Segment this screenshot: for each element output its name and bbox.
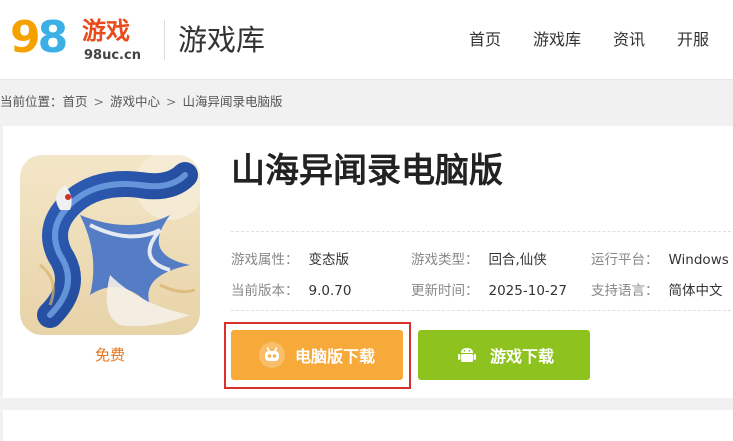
info-key: 运行平台：	[591, 252, 659, 268]
info-value: 简体中文	[668, 283, 723, 299]
nav-item-home[interactable]: 首页	[469, 25, 501, 55]
next-section-panel	[3, 410, 733, 441]
info-platform: 运行平台： Windows	[591, 245, 729, 275]
info-value: 9.0.70	[308, 283, 352, 299]
info-key: 游戏类型：	[411, 252, 479, 268]
android-icon	[454, 342, 480, 368]
breadcrumb-separator: >	[93, 94, 105, 109]
info-row: 当前版本： 9.0.70 更新时间： 2025-10-27 支持语言： 简体中文	[231, 276, 731, 306]
game-download-button[interactable]: 游戏下载	[418, 330, 590, 380]
pc-download-button[interactable]: 电脑版下载	[231, 330, 403, 380]
logo-digit-8: 8	[37, 12, 69, 63]
info-key: 游戏属性：	[231, 252, 299, 268]
site-header: 98 游戏 98uc.cn 游戏库 首页 游戏库 资讯 开服	[0, 0, 733, 80]
header-divider	[164, 20, 165, 60]
logo-digit-9: 9	[10, 12, 41, 63]
price-label: 免费	[94, 346, 125, 364]
info-row: 游戏属性： 变态版 游戏类型： 回合,仙侠 运行平台： Windows	[231, 245, 731, 275]
logo-digits: 98	[10, 12, 69, 63]
info-key: 当前版本：	[231, 283, 299, 299]
breadcrumb-prefix: 当前位置：	[0, 94, 63, 109]
nav-item-server-open[interactable]: 开服	[677, 25, 709, 55]
info-value: 变态版	[308, 252, 350, 268]
main-nav: 首页 游戏库 资讯 开服	[469, 25, 733, 55]
breadcrumb-separator: >	[166, 94, 177, 109]
info-version: 当前版本： 9.0.70	[231, 276, 351, 306]
info-language: 支持语言： 简体中文	[591, 276, 723, 306]
gamepad-robot-icon	[258, 342, 285, 368]
breadcrumb-game-center[interactable]: 游戏中心	[110, 94, 160, 109]
logo-domain: 98uc.cn	[84, 48, 141, 63]
info-type: 游戏类型： 回合,仙侠	[411, 245, 547, 275]
info-value: 2025-10-27	[488, 283, 567, 299]
info-value: 回合,仙侠	[488, 252, 547, 268]
game-info-table: 游戏属性： 变态版 游戏类型： 回合,仙侠 运行平台： Windows 当前版本： 9.…	[231, 231, 731, 311]
logo-text: 游戏	[82, 17, 130, 45]
game-download-label: 游戏下载	[489, 347, 554, 366]
info-key: 支持语言：	[591, 283, 659, 299]
nav-item-game-library[interactable]: 游戏库	[533, 25, 581, 55]
info-key: 更新时间：	[411, 283, 479, 299]
game-cover-image	[20, 155, 200, 335]
info-attribute: 游戏属性： 变态版	[231, 245, 349, 275]
game-detail-card: 免费 山海异闻录电脑版 游戏属性： 变态版 游戏类型： 回合,仙侠 运行平台： Win…	[3, 126, 733, 398]
section-title: 游戏库	[178, 23, 266, 57]
breadcrumb: 当前位置：首页 > 游戏中心 > 山海异闻录电脑版	[0, 92, 283, 112]
game-title: 山海异闻录电脑版	[231, 151, 503, 191]
pc-download-label: 电脑版下载	[294, 347, 375, 366]
breadcrumb-current: 山海异闻录电脑版	[182, 94, 283, 109]
info-update-time: 更新时间： 2025-10-27	[411, 276, 567, 306]
site-logo[interactable]: 98 游戏 98uc.cn	[8, 8, 148, 70]
breadcrumb-home[interactable]: 首页	[63, 94, 88, 109]
nav-item-news[interactable]: 资讯	[613, 25, 645, 55]
info-value: Windows	[668, 252, 729, 268]
